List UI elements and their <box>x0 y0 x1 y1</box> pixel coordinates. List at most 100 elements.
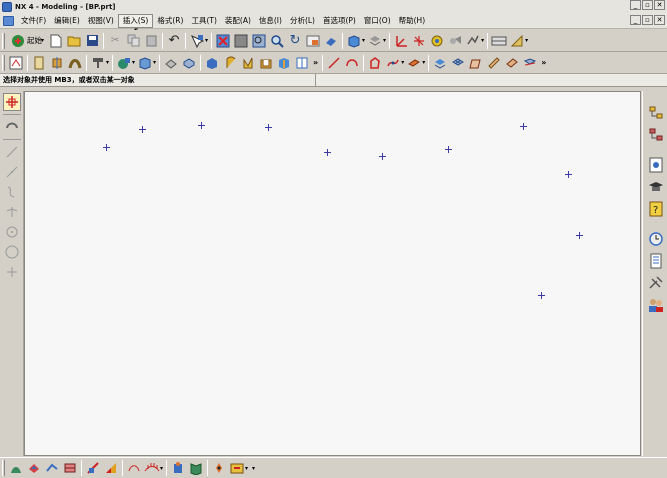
undo-icon[interactable]: ↶ <box>166 33 182 49</box>
copy-icon[interactable] <box>125 33 141 49</box>
point-marker[interactable] <box>575 231 583 239</box>
surface-icon[interactable] <box>432 55 448 71</box>
paste-icon[interactable] <box>143 33 159 49</box>
point-marker[interactable] <box>102 143 110 151</box>
point-marker[interactable] <box>519 122 527 130</box>
color-map-icon[interactable] <box>103 460 119 476</box>
open-icon[interactable] <box>66 33 82 49</box>
line2-tool-icon[interactable] <box>3 163 21 181</box>
menu-format[interactable]: 格式(R) <box>153 14 187 28</box>
curvature-icon[interactable] <box>126 460 142 476</box>
history-icon[interactable] <box>647 229 665 248</box>
toolbar-grip[interactable] <box>2 32 5 49</box>
expression-icon[interactable] <box>465 33 481 49</box>
zoom-area-icon[interactable] <box>251 33 267 49</box>
book2-icon[interactable] <box>188 460 204 476</box>
shaded-icon[interactable] <box>323 33 339 49</box>
doc-minimize-button[interactable]: _ <box>630 15 641 25</box>
web-browser-icon[interactable] <box>647 155 665 174</box>
save-icon[interactable] <box>84 33 100 49</box>
export-icon[interactable] <box>229 460 245 476</box>
point-marker[interactable] <box>564 170 572 178</box>
spline-icon[interactable] <box>367 55 383 71</box>
help-icon[interactable]: ? <box>647 199 665 218</box>
circle-dot-icon[interactable] <box>3 223 21 241</box>
training-icon[interactable] <box>647 177 665 196</box>
circle-icon[interactable] <box>3 243 21 261</box>
plane-icon[interactable] <box>406 55 422 71</box>
toolbar-overflow-chevron-2[interactable]: » <box>541 58 546 67</box>
measure-icon[interactable] <box>447 33 463 49</box>
part-navigator-icon[interactable] <box>647 125 665 144</box>
reflection-icon[interactable] <box>44 460 60 476</box>
point-marker[interactable] <box>323 148 331 156</box>
cylinder-icon[interactable] <box>137 55 153 71</box>
shell-icon[interactable] <box>258 55 274 71</box>
ruler-icon[interactable] <box>509 33 525 49</box>
roles-icon[interactable] <box>647 295 665 314</box>
menu-help[interactable]: 帮助(H) <box>395 14 430 28</box>
snap-icon[interactable] <box>3 118 21 136</box>
start-button[interactable]: 起始 ▾ <box>7 33 47 49</box>
render-style-icon[interactable] <box>346 33 362 49</box>
point-analysis-icon[interactable] <box>211 460 227 476</box>
cut-icon[interactable]: ✂ <box>107 33 123 49</box>
toolbar-overflow-chevron[interactable]: » <box>313 58 318 67</box>
minimize-button[interactable]: _ <box>630 0 641 10</box>
toolbar-grip-2[interactable] <box>2 54 5 71</box>
point-marker[interactable] <box>444 145 452 153</box>
line-icon[interactable] <box>326 55 342 71</box>
menu-edit[interactable]: 编辑(E) <box>50 14 84 28</box>
tangent-tool-icon[interactable] <box>3 203 21 221</box>
menu-window[interactable]: 窗口(O) <box>360 14 395 28</box>
edge-blend-icon[interactable] <box>276 55 292 71</box>
draft-icon[interactable] <box>85 460 101 476</box>
sphere-icon[interactable] <box>181 55 197 71</box>
menu-file[interactable]: 文件(F) <box>17 14 50 28</box>
wcs-icon[interactable] <box>393 33 409 49</box>
revolve-icon[interactable] <box>49 55 65 71</box>
csys-icon[interactable] <box>411 33 427 49</box>
point-marker[interactable] <box>378 152 386 160</box>
analysis-surface-icon[interactable] <box>26 460 42 476</box>
assembly-navigator-icon[interactable] <box>647 103 665 122</box>
select-icon[interactable] <box>3 93 21 111</box>
comb-icon[interactable] <box>144 460 160 476</box>
through-curves-icon[interactable] <box>504 55 520 71</box>
extrude-icon[interactable] <box>31 55 47 71</box>
toolbar-grip-3[interactable] <box>2 460 5 476</box>
block-icon[interactable] <box>116 55 132 71</box>
book-icon[interactable] <box>294 55 310 71</box>
point-marker[interactable] <box>537 291 545 299</box>
point-marker[interactable] <box>138 125 146 133</box>
bounded-plane-icon[interactable] <box>468 55 484 71</box>
point-marker[interactable] <box>264 123 272 131</box>
menu-preferences[interactable]: 首选项(P) <box>319 14 360 28</box>
point-icon[interactable] <box>385 55 401 71</box>
menu-tools[interactable]: 工具(T) <box>187 14 220 28</box>
ruled-icon[interactable] <box>486 55 502 71</box>
boss-icon[interactable] <box>204 55 220 71</box>
pad-icon[interactable] <box>240 55 256 71</box>
maximize-button[interactable]: ▫ <box>642 0 653 10</box>
zoom-window-icon[interactable] <box>233 33 249 49</box>
cone-icon[interactable] <box>163 55 179 71</box>
menu-assembly[interactable]: 装配(A) <box>221 14 255 28</box>
sweep-icon[interactable] <box>67 55 83 71</box>
menu-information[interactable]: 信息(I) <box>255 14 286 28</box>
rotate-icon[interactable]: ↻ <box>287 33 303 49</box>
line-tool-icon[interactable] <box>3 143 21 161</box>
document-menu-icon[interactable] <box>3 15 14 26</box>
trim-icon[interactable] <box>522 55 538 71</box>
reuse-library-icon[interactable] <box>647 251 665 270</box>
zoom-icon[interactable] <box>269 33 285 49</box>
tools-icon[interactable] <box>647 273 665 292</box>
layer-icon[interactable] <box>367 33 383 49</box>
menu-view[interactable]: 视图(V) <box>84 14 118 28</box>
view-icon[interactable] <box>305 33 321 49</box>
graphics-window[interactable] <box>24 91 641 456</box>
grid-icon[interactable] <box>491 33 507 49</box>
analysis-curve-icon[interactable] <box>8 460 24 476</box>
mesh-icon[interactable] <box>450 55 466 71</box>
point-marker[interactable] <box>197 121 205 129</box>
